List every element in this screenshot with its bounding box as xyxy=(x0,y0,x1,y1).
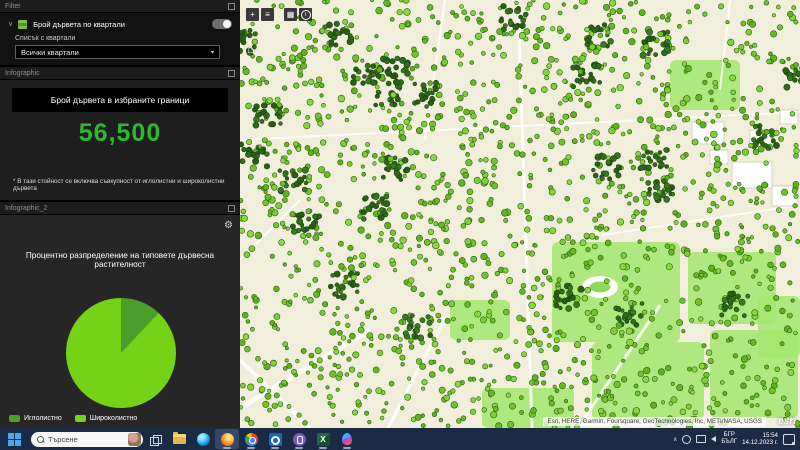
infographic-panel-title: Infographic xyxy=(5,70,40,77)
dropdown-caret-icon: ▾ xyxy=(211,49,214,56)
infographic2-panel: Infographic_2 ⚙ Процентно разпределение … xyxy=(0,202,240,428)
layer-icon xyxy=(18,20,27,29)
language-line1: БГР xyxy=(721,432,737,439)
info-icon: i xyxy=(301,10,311,20)
map-attribution: Esri, HERE, Garmin, Foursquare, GeoTechn… xyxy=(543,417,766,426)
list-icon: ≡ xyxy=(265,10,270,19)
legend-label-deciduous: Широколистно xyxy=(90,415,137,422)
infographic-panel: Infographic Брой дървета в избраните гра… xyxy=(0,67,240,200)
clock[interactable]: 15:54 14.12.2023 г. xyxy=(742,432,778,446)
edge-icon xyxy=(197,433,210,446)
clock-time: 15:54 xyxy=(742,432,778,439)
legend-label-coniferous: Иглолистно xyxy=(24,415,62,422)
chevron-down-icon[interactable]: ∨ xyxy=(8,20,13,28)
viber-icon xyxy=(293,433,306,446)
paint-drop-button[interactable] xyxy=(335,429,359,449)
tree-count-footnote: * В тази стойност се включва съвкупност … xyxy=(13,178,234,192)
legend-item-deciduous: Широколистно xyxy=(75,415,137,422)
map-toolbar: + ≡ ▦ i xyxy=(246,8,312,21)
grid-icon: ▦ xyxy=(287,10,295,19)
tree-type-pie-chart xyxy=(66,298,176,408)
excel-button[interactable]: X xyxy=(311,429,335,449)
search-placeholder: Търсене xyxy=(48,435,128,444)
map-canvas[interactable]: + ≡ ▦ i ⌂ Esri, HERE, Garmin, Foursquare… xyxy=(240,0,800,428)
list-label: Списък с квартали xyxy=(15,35,240,42)
collapse-panel-icon[interactable] xyxy=(228,3,235,10)
tree-count-value: 56,500 xyxy=(0,119,240,148)
home-extent-button[interactable]: ⌂ xyxy=(247,42,254,56)
layer-row: ∨ Брой дървета по квартали xyxy=(8,19,232,29)
dashboard-sidebar: Filter ∨ Брой дървета по квартали Списък… xyxy=(0,0,240,428)
esri-logo: esri xyxy=(778,416,796,427)
speaker-icon[interactable] xyxy=(711,436,716,442)
outlook-button[interactable] xyxy=(263,429,287,449)
taskbar-search[interactable]: Търсене xyxy=(31,432,143,447)
filter-panel-header: Filter xyxy=(0,0,240,13)
firefox-icon xyxy=(221,433,234,446)
start-button[interactable] xyxy=(8,433,21,446)
windows-taskbar: Търсене X ∧ БГР БЪЛГ 15:54 14.12.2023 г. xyxy=(0,428,800,450)
legend-swatch-coniferous xyxy=(9,415,20,422)
language-line2: БЪЛГ xyxy=(721,439,737,446)
pie-legend: Иглолистно Широколистно xyxy=(9,415,137,422)
district-dropdown-value: Всички квартали xyxy=(21,48,79,57)
system-tray: ∧ БГР БЪЛГ 15:54 14.12.2023 г. xyxy=(673,432,800,446)
plus-icon: + xyxy=(250,10,255,19)
legend-button[interactable]: ≡ xyxy=(261,8,274,21)
tree-count-banner: Брой дървета в избраните граници xyxy=(12,88,228,112)
task-view-button[interactable] xyxy=(143,429,167,449)
chrome-button[interactable] xyxy=(239,429,263,449)
app-window: Filter ∨ Брой дървета по квартали Списък… xyxy=(0,0,800,450)
task-view-icon xyxy=(150,435,161,444)
infographic2-panel-title: Infographic_2 xyxy=(5,205,47,212)
toggle-knob xyxy=(223,20,231,28)
file-explorer-button[interactable] xyxy=(167,429,191,449)
viber-button[interactable] xyxy=(287,429,311,449)
gradient-drop-icon xyxy=(342,433,352,445)
layer-label: Брой дървета по квартали xyxy=(33,20,125,29)
infographic2-panel-header: Infographic_2 xyxy=(0,202,240,215)
collapse-panel-icon[interactable] xyxy=(228,205,235,212)
layer-toggle[interactable] xyxy=(212,19,232,29)
add-layer-button[interactable]: + xyxy=(246,8,259,21)
legend-swatch-deciduous xyxy=(75,415,86,422)
chrome-icon xyxy=(245,433,258,446)
filter-panel: Filter ∨ Брой дървета по квартали Списък… xyxy=(0,0,240,65)
tray-app-icon[interactable] xyxy=(682,435,691,444)
excel-icon: X xyxy=(317,433,330,446)
outlook-icon xyxy=(269,433,282,446)
collapse-panel-icon[interactable] xyxy=(228,70,235,77)
pie-chart-title: Процентно разпределение на типовете дърв… xyxy=(8,251,232,269)
info-button[interactable]: i xyxy=(299,8,312,21)
firefox-button[interactable] xyxy=(215,429,239,449)
legend-item-coniferous: Иглолистно xyxy=(9,415,62,422)
language-indicator[interactable]: БГР БЪЛГ xyxy=(721,432,737,446)
search-icon xyxy=(37,436,44,443)
gear-icon[interactable]: ⚙ xyxy=(224,221,233,231)
tree-map-layer xyxy=(240,0,800,428)
district-dropdown[interactable]: Всички квартали ▾ xyxy=(15,45,220,59)
basemap-gallery-button[interactable]: ▦ xyxy=(284,8,297,21)
display-icon[interactable] xyxy=(696,435,706,443)
filter-panel-title: Filter xyxy=(5,3,21,10)
infographic-panel-header: Infographic xyxy=(0,67,240,80)
folder-icon xyxy=(173,434,186,444)
clock-date: 14.12.2023 г. xyxy=(742,439,778,446)
notifications-icon[interactable] xyxy=(783,434,795,445)
tray-chevron-icon[interactable]: ∧ xyxy=(673,436,677,443)
edge-button[interactable] xyxy=(191,429,215,449)
search-weather-image xyxy=(128,433,141,446)
